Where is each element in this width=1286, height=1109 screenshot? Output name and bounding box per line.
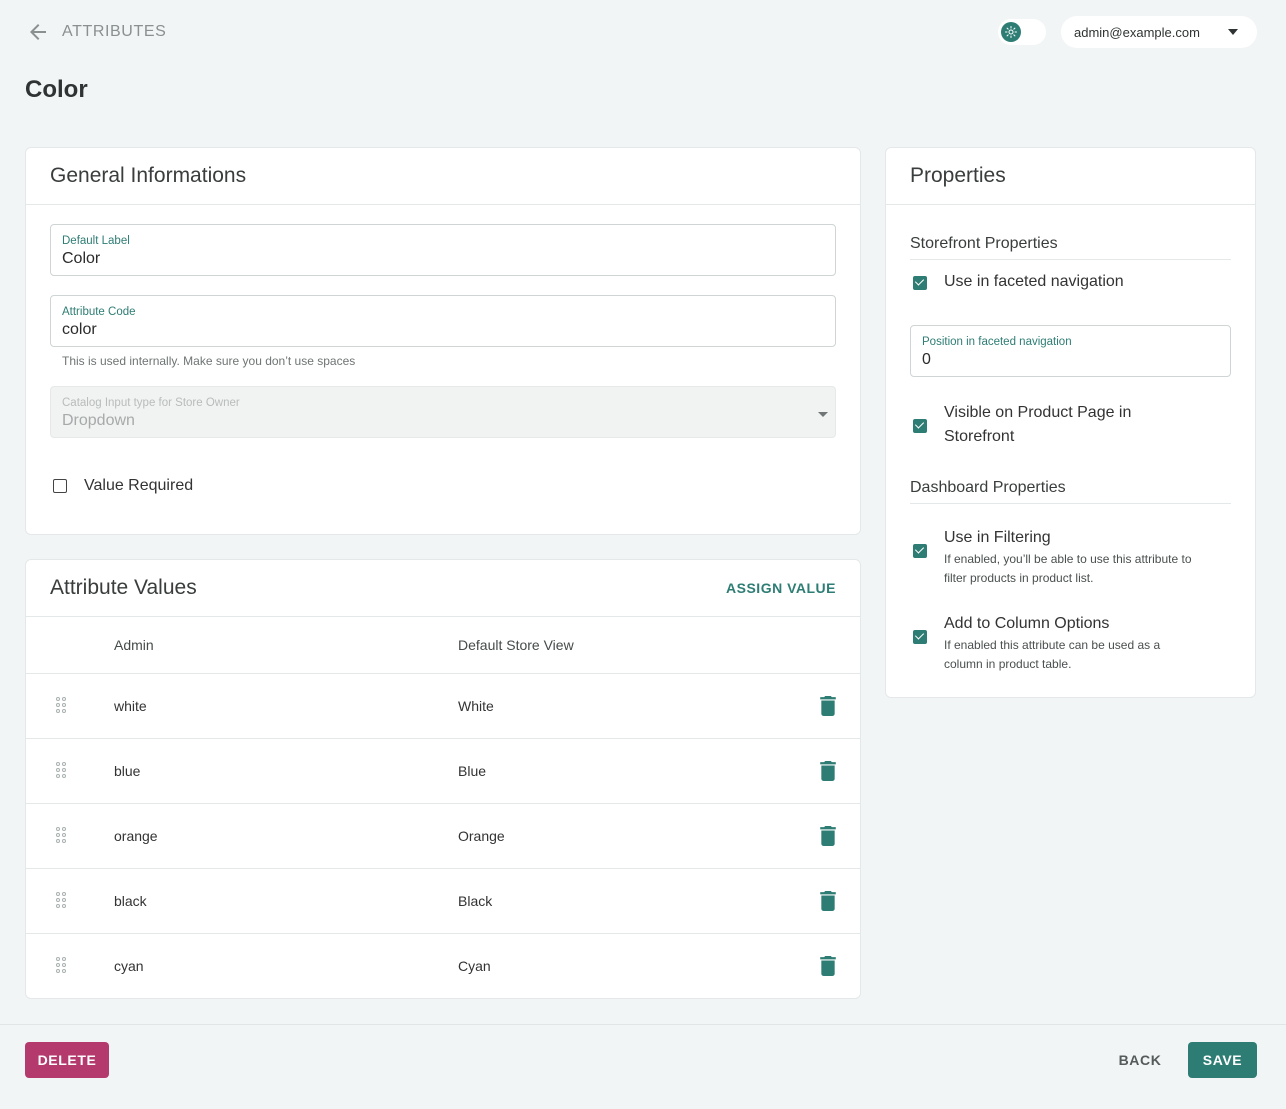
visible-on-product-page-checkbox[interactable] <box>913 419 927 433</box>
value-required-checkbox[interactable] <box>53 479 67 493</box>
action-bar: DELETE BACK SAVE <box>0 1024 1286 1109</box>
admin-value: orange <box>114 828 158 844</box>
store-view-value: Blue <box>458 763 487 779</box>
use-in-filtering-checkbox[interactable] <box>913 544 927 558</box>
trash-icon[interactable] <box>820 696 836 716</box>
table-row: black Black <box>26 869 860 934</box>
field-label: Catalog Input type for Store Owner <box>62 397 240 409</box>
attribute-code-field[interactable]: Attribute Code color <box>50 295 836 347</box>
dashboard-properties-heading: Dashboard Properties <box>910 479 1231 504</box>
top-bar: ATTRIBUTES admin@example.com <box>0 0 1286 64</box>
drag-handle-icon[interactable] <box>56 827 68 845</box>
field-value: Dropdown <box>62 412 135 429</box>
faceted-navigation-checkbox[interactable] <box>913 276 927 290</box>
store-view-value: White <box>458 698 494 714</box>
attribute-values-card: Attribute Values ASSIGN VALUE Admin Defa… <box>25 559 861 999</box>
trash-icon[interactable] <box>820 761 836 781</box>
column-options-checkbox[interactable] <box>913 630 927 644</box>
field-label: Attribute Code <box>62 306 136 318</box>
arrow-left-icon <box>30 24 46 40</box>
use-in-filtering-help-cont: filter products in product list. <box>944 571 1094 585</box>
back-link-label: ATTRIBUTES <box>62 23 167 40</box>
use-in-filtering-help: If enabled, you’ll be able to use this a… <box>944 552 1192 566</box>
field-label: Default Label <box>62 235 130 247</box>
general-informations-card: General Informations Default Label Color… <box>25 147 861 535</box>
column-options-help-cont: column in product table. <box>944 657 1072 671</box>
back-button[interactable]: BACK <box>1111 1042 1169 1078</box>
column-header-store-view: Default Store View <box>458 637 574 653</box>
use-in-filtering-label: Use in Filtering <box>944 529 1051 546</box>
admin-value: white <box>114 698 147 714</box>
assign-value-button[interactable]: ASSIGN VALUE <box>726 580 836 596</box>
save-button[interactable]: SAVE <box>1188 1042 1257 1078</box>
field-value: color <box>62 321 97 338</box>
store-view-value: Black <box>458 893 493 909</box>
position-in-faceted-navigation-field[interactable]: Position in faceted navigation 0 <box>910 325 1231 377</box>
column-options-help: If enabled this attribute can be used as… <box>944 638 1161 652</box>
trash-icon[interactable] <box>820 826 836 846</box>
delete-button[interactable]: DELETE <box>25 1042 109 1078</box>
card-title: Properties <box>910 164 1006 187</box>
user-menu[interactable]: admin@example.com <box>1061 16 1257 48</box>
sun-icon <box>1001 22 1021 42</box>
trash-icon[interactable] <box>820 891 836 911</box>
admin-value: cyan <box>114 958 144 974</box>
table-row: cyan Cyan <box>26 934 860 999</box>
storefront-properties-heading: Storefront Properties <box>910 235 1231 260</box>
store-view-value: Cyan <box>458 958 491 974</box>
table-header: Admin Default Store View <box>26 617 860 674</box>
caret-down-icon <box>818 412 828 417</box>
properties-card: Properties Storefront Properties Use in … <box>885 147 1256 698</box>
visible-on-product-page-label: Visible on Product Page in <box>944 404 1132 421</box>
card-header: General Informations <box>26 148 860 205</box>
theme-toggle[interactable] <box>998 19 1046 45</box>
admin-value: blue <box>114 763 141 779</box>
value-required-label: Value Required <box>84 477 194 494</box>
admin-value: black <box>114 893 147 909</box>
drag-handle-icon[interactable] <box>56 697 68 715</box>
visible-on-product-page-label-cont: Storefront <box>944 428 1015 445</box>
field-value: 0 <box>922 351 931 368</box>
table-row: white White <box>26 674 860 739</box>
store-view-value: Orange <box>458 828 505 844</box>
drag-handle-icon[interactable] <box>56 957 68 975</box>
drag-handle-icon[interactable] <box>56 762 68 780</box>
chevron-down-icon <box>1228 29 1238 35</box>
card-header: Properties <box>886 148 1255 205</box>
input-type-select: Catalog Input type for Store Owner Dropd… <box>50 386 836 438</box>
field-value: Color <box>62 250 101 267</box>
card-header: Attribute Values ASSIGN VALUE <box>26 560 860 617</box>
back-to-attributes-link[interactable]: ATTRIBUTES <box>26 18 166 46</box>
faceted-navigation-label: Use in faceted navigation <box>944 273 1124 290</box>
attribute-code-helper: This is used internally. Make sure you d… <box>62 354 356 368</box>
card-title: Attribute Values <box>50 576 197 599</box>
card-title: General Informations <box>50 164 247 187</box>
table-row: orange Orange <box>26 804 860 869</box>
drag-handle-icon[interactable] <box>56 892 68 910</box>
user-email: admin@example.com <box>1074 24 1200 40</box>
trash-icon[interactable] <box>820 956 836 976</box>
default-label-field[interactable]: Default Label Color <box>50 224 836 276</box>
page-title: Color <box>25 76 88 103</box>
table-row: blue Blue <box>26 739 860 804</box>
field-label: Position in faceted navigation <box>922 336 1072 348</box>
column-options-label: Add to Column Options <box>944 615 1110 632</box>
column-header-admin: Admin <box>114 637 154 653</box>
